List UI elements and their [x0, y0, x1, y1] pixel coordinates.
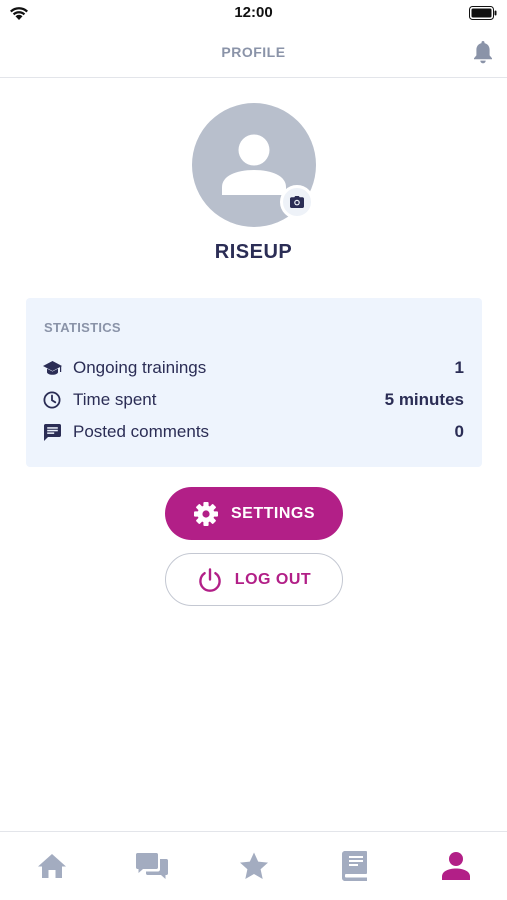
tab-library[interactable]	[338, 849, 372, 883]
stat-row-ongoing-trainings: Ongoing trainings 1	[42, 356, 464, 380]
graduation-cap-icon	[42, 358, 62, 378]
stat-value: 1	[454, 358, 464, 377]
camera-icon	[290, 196, 304, 208]
gear-icon	[193, 501, 219, 527]
stat-row-time-spent: Time spent 5 minutes	[42, 388, 464, 412]
status-time: 12:00	[234, 4, 273, 21]
star-icon	[240, 852, 268, 879]
logout-button[interactable]: LOG OUT	[165, 553, 343, 606]
clock-icon	[42, 390, 62, 410]
nav-header: PROFILE	[0, 28, 507, 78]
statistics-title: STATISTICS	[44, 320, 121, 335]
battery-icon	[469, 6, 497, 20]
status-bar: 12:00	[0, 0, 507, 28]
comment-icon	[42, 422, 62, 442]
home-icon	[38, 854, 66, 878]
power-icon	[197, 567, 223, 593]
tab-favorites[interactable]	[237, 849, 271, 883]
settings-button[interactable]: SETTINGS	[165, 487, 343, 540]
tab-home[interactable]	[35, 849, 69, 883]
page-title: PROFILE	[221, 44, 286, 60]
stat-value: 5 minutes	[384, 390, 464, 409]
stat-label: Time spent	[73, 390, 157, 409]
chat-icon	[136, 853, 168, 879]
stat-label: Ongoing trainings	[73, 358, 207, 377]
stat-value: 0	[454, 422, 464, 441]
change-photo-button[interactable]	[280, 185, 314, 219]
bell-icon[interactable]	[471, 39, 495, 65]
avatar-container[interactable]	[192, 103, 316, 227]
logout-label: LOG OUT	[234, 570, 312, 588]
username: RISEUP	[214, 241, 293, 263]
tab-bar	[0, 831, 507, 900]
book-icon	[342, 851, 367, 881]
statistics-card: STATISTICS Ongoing trainings 1 Time spen…	[26, 298, 482, 467]
stat-label: Posted comments	[73, 422, 210, 441]
stat-row-posted-comments: Posted comments 0	[42, 420, 464, 444]
tab-profile[interactable]	[439, 849, 473, 883]
tab-chat[interactable]	[135, 849, 169, 883]
profile-icon	[442, 852, 470, 880]
settings-label: SETTINGS	[230, 504, 315, 522]
